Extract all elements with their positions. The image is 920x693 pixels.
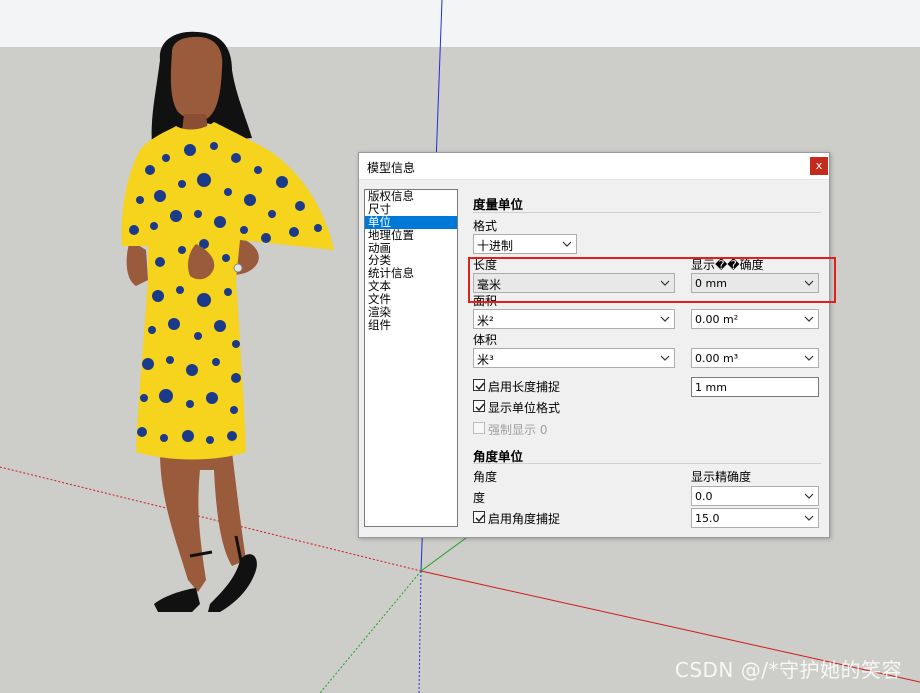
- chevron-down-icon: [804, 280, 814, 286]
- watermark-text: CSDN @/*守护她的笑容: [674, 658, 902, 682]
- length-unit-select[interactable]: 毫米: [473, 273, 675, 293]
- area-unit-value: 米²: [477, 314, 494, 328]
- figure-shoe-left: [154, 588, 200, 612]
- volume-label: 体积: [473, 333, 498, 347]
- volume-precision-value: 0.00 m³: [695, 352, 739, 365]
- enable-angle-snap-checkbox[interactable]: 启用角度捕捉: [473, 510, 673, 526]
- length-snap-input[interactable]: 1 mm: [691, 377, 819, 397]
- nav-item-components[interactable]: 组件: [365, 318, 457, 332]
- model-info-dialog: 模型信息 x 版权信息 尺寸 单位 地理位置 动画 分类 统计信息 文本 文件 …: [358, 152, 836, 538]
- chevron-down-icon: [804, 355, 814, 361]
- length-precision-select[interactable]: 0 mm: [691, 273, 819, 293]
- nav-item-copyright[interactable]: 版权信息: [365, 190, 457, 203]
- angle-precision-label: 显示精确度: [691, 470, 752, 484]
- chevron-down-icon: [660, 316, 670, 322]
- figure-watch: [233, 263, 243, 273]
- area-unit-select[interactable]: 米²: [473, 309, 675, 329]
- figure-arm-left: [126, 240, 148, 286]
- checkbox-unchecked-icon: [473, 422, 485, 434]
- angle-snap-value: 15.0: [695, 512, 720, 525]
- enable-length-snap-checkbox[interactable]: 启用长度捕捉: [473, 378, 673, 394]
- volume-precision-select[interactable]: 0.00 m³: [691, 348, 819, 368]
- show-unit-format-checkbox[interactable]: 显示单位格式: [473, 399, 673, 415]
- enable-angle-snap-label: 启用角度捕捉: [488, 512, 561, 526]
- angle-precision-value: 0.0: [695, 490, 713, 503]
- chevron-down-icon: [660, 355, 670, 361]
- chevron-down-icon: [804, 316, 814, 322]
- green-axis-line: [420, 534, 471, 572]
- chevron-down-icon: [660, 280, 670, 286]
- area-precision-value: 0.00 m²: [695, 313, 739, 326]
- enable-length-snap-label: 启用长度捕捉: [488, 380, 561, 394]
- figure-legs: [160, 452, 246, 592]
- volume-unit-select[interactable]: 米³: [473, 348, 675, 368]
- show-unit-format-label: 显示单位格式: [488, 401, 561, 415]
- chevron-down-icon: [804, 493, 814, 499]
- nav-item-dimensions[interactable]: 尺寸: [365, 202, 457, 216]
- length-precision-label: 显示��确度: [691, 258, 764, 272]
- section-divider: [473, 463, 821, 464]
- angle-snap-select[interactable]: 15.0: [691, 508, 819, 528]
- chevron-down-icon: [804, 515, 814, 521]
- close-button[interactable]: x: [810, 157, 828, 175]
- checkbox-checked-icon: [473, 379, 485, 391]
- measurement-units-heading: 度量单位: [473, 197, 524, 212]
- format-value: 十进制: [477, 239, 514, 253]
- area-label: 面积: [473, 294, 498, 308]
- dialog-titlebar[interactable]: 模型信息 x: [359, 153, 829, 180]
- length-precision-value: 0 mm: [695, 277, 727, 290]
- length-label: 长度: [473, 258, 498, 272]
- degree-label: 度: [473, 491, 486, 505]
- woman-figure: [121, 31, 334, 612]
- close-icon: x: [815, 159, 823, 172]
- volume-unit-value: 米³: [477, 353, 494, 367]
- nav-item-rendering[interactable]: 渲染: [365, 306, 457, 319]
- nav-item-units[interactable]: 单位: [365, 215, 457, 229]
- category-list: 版权信息 尺寸 单位 地理位置 动画 分类 统计信息 文本 文件 渲染 组件: [364, 189, 458, 527]
- angle-precision-select[interactable]: 0.0: [691, 486, 819, 506]
- format-select[interactable]: 十进制: [473, 234, 577, 254]
- blue-axis-dotted: [418, 570, 422, 693]
- green-axis-dotted: [319, 570, 422, 693]
- format-label: 格式: [473, 219, 498, 233]
- nav-item-geo-location[interactable]: 地理位置: [365, 228, 457, 242]
- checkbox-checked-icon: [473, 511, 485, 523]
- area-precision-select[interactable]: 0.00 m²: [691, 309, 819, 329]
- force-display-label: 强制显示 0: [488, 423, 548, 437]
- angle-label: 角度: [473, 470, 498, 484]
- chevron-down-icon: [562, 241, 572, 247]
- checkbox-checked-icon: [473, 400, 485, 412]
- length-unit-value: 毫米: [477, 278, 502, 292]
- force-display-checkbox: 强制显示 0: [473, 421, 673, 437]
- dialog-title: 模型信息: [367, 161, 416, 175]
- figure-face: [170, 36, 223, 120]
- section-divider: [473, 212, 821, 213]
- length-snap-value: 1 mm: [695, 381, 727, 394]
